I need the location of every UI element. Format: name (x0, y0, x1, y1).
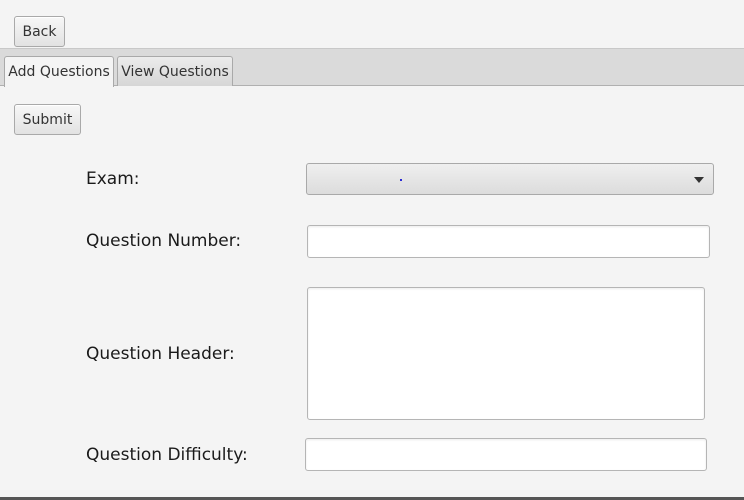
question-header-textarea[interactable] (307, 287, 705, 420)
exam-label: Exam: (86, 169, 140, 189)
tab-view-questions[interactable]: View Questions (117, 56, 233, 86)
back-button[interactable]: Back (14, 16, 65, 47)
question-difficulty-label: Question Difficulty: (86, 445, 248, 465)
submit-button[interactable]: Submit (14, 104, 81, 135)
tab-add-questions[interactable]: Add Questions (4, 56, 114, 87)
question-number-label: Question Number: (86, 231, 242, 251)
exam-combobox[interactable] (306, 163, 714, 195)
question-header-label: Question Header: (86, 344, 235, 364)
question-number-field[interactable] (307, 225, 710, 258)
chevron-down-icon[interactable] (694, 177, 704, 183)
tab-bar: Add Questions View Questions (0, 48, 744, 87)
exam-selected-value (400, 179, 402, 181)
question-difficulty-field[interactable] (305, 438, 707, 471)
